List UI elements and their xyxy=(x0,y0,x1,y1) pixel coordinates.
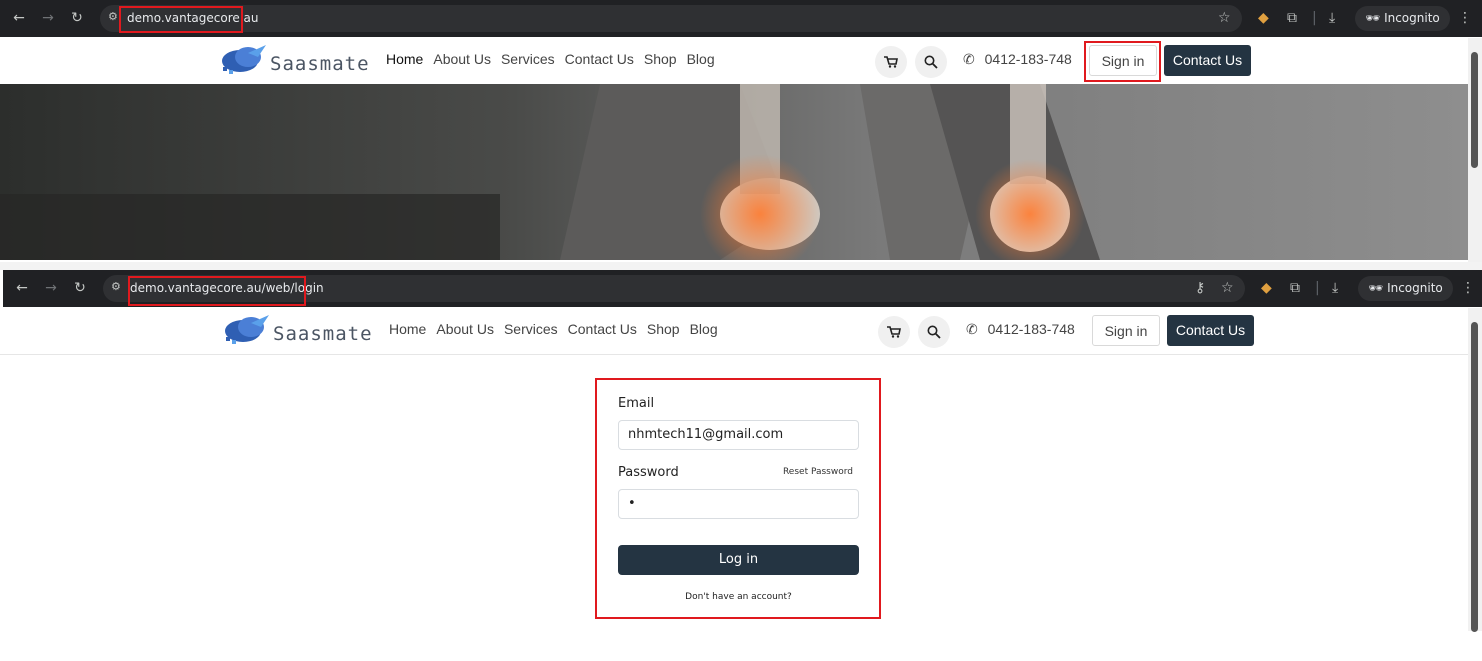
search-icon xyxy=(924,55,938,69)
password-input[interactable]: • xyxy=(618,489,859,519)
main-nav: Home About Us Services Contact Us Shop Blog xyxy=(386,51,725,67)
phone-number-2: 0412-183-748 xyxy=(987,321,1075,337)
site-settings-icon-2[interactable]: ⚙ xyxy=(111,280,121,293)
bottom-browser-window: ← → ↻ ⚙ demo.vantagecore.au/web/login ⚷ … xyxy=(0,270,1482,661)
logo-text: Saasmate xyxy=(270,53,370,75)
bottom-scroll-thumb[interactable] xyxy=(1471,322,1478,632)
extensions-puzzle-icon[interactable]: ⧉ xyxy=(1287,9,1297,27)
incognito-icon: 🕶 xyxy=(1365,11,1381,25)
forward-arrow-icon-2[interactable]: → xyxy=(42,279,60,297)
top-page-scrollbar[interactable] xyxy=(1468,38,1482,262)
nav-contact-us[interactable]: Contact Us xyxy=(565,51,634,67)
browser-menu-icon-2[interactable]: ⋮ xyxy=(1461,279,1475,297)
login-url-highlight-box xyxy=(128,276,306,306)
nav-blog[interactable]: Blog xyxy=(687,51,715,67)
cart-button-2[interactable] xyxy=(878,316,910,348)
main-nav-2: Home About Us Services Contact Us Shop Blog xyxy=(389,321,728,337)
download-icon[interactable]: ⤓ xyxy=(1329,9,1335,27)
nav-contact-us-2[interactable]: Contact Us xyxy=(568,321,637,337)
cart-icon-2 xyxy=(887,326,901,338)
contact-us-button[interactable]: Contact Us xyxy=(1164,45,1251,76)
nav-about-us-2[interactable]: About Us xyxy=(436,321,494,337)
reset-password-link[interactable]: Reset Password xyxy=(783,467,853,477)
password-key-icon[interactable]: ⚷ xyxy=(1195,279,1205,297)
phone-icon-2: ✆ xyxy=(966,321,978,337)
top-scroll-thumb[interactable] xyxy=(1471,52,1478,168)
password-label: Password xyxy=(618,465,679,480)
toolbar-divider-2: | xyxy=(1315,280,1320,296)
search-button[interactable] xyxy=(915,46,947,78)
cart-icon xyxy=(884,56,898,68)
incognito-badge[interactable]: 🕶 Incognito xyxy=(1355,6,1450,31)
incognito-badge-2[interactable]: 🕶 Incognito xyxy=(1358,276,1453,301)
sign-in-button-2[interactable]: Sign in xyxy=(1092,315,1160,346)
nav-home[interactable]: Home xyxy=(386,51,423,67)
reload-icon[interactable]: ↻ xyxy=(68,9,86,27)
back-arrow-icon[interactable]: ← xyxy=(10,9,28,27)
reload-icon-2[interactable]: ↻ xyxy=(71,279,89,297)
toolbar-divider: | xyxy=(1312,10,1317,26)
extension-icon[interactable]: ◆ xyxy=(1258,9,1269,27)
search-icon-2 xyxy=(927,325,941,339)
bookmark-star-icon-2[interactable]: ☆ xyxy=(1221,279,1234,297)
email-input[interactable]: nhmtech11@gmail.com xyxy=(618,420,859,450)
site-header-2: Saasmate Home About Us Services Contact Us S… xyxy=(0,308,1482,355)
signup-link[interactable]: Don't have an account? xyxy=(618,592,859,602)
site-header: Saasmate Home About Us Services Contact Us S… xyxy=(0,38,1482,85)
site-settings-icon[interactable]: ⚙ xyxy=(108,10,118,23)
nav-shop-2[interactable]: Shop xyxy=(647,321,680,337)
extension-icon-2[interactable]: ◆ xyxy=(1261,279,1272,297)
nav-about-us[interactable]: About Us xyxy=(433,51,491,67)
incognito-icon-2: 🕶 xyxy=(1368,281,1384,295)
phone-number: 0412-183-748 xyxy=(984,51,1072,67)
contact-us-button-2[interactable]: Contact Us xyxy=(1167,315,1254,346)
search-button-2[interactable] xyxy=(918,316,950,348)
bottom-page-scrollbar[interactable] xyxy=(1468,308,1482,632)
nav-home-2[interactable]: Home xyxy=(389,321,426,337)
login-form: Email nhmtech11@gmail.com Password Reset… xyxy=(618,378,859,619)
address-bar[interactable]: ⚙ demo.vantagecore.au ☆ xyxy=(100,5,1242,32)
log-in-button[interactable]: Log in xyxy=(618,545,859,575)
nav-services-2[interactable]: Services xyxy=(504,321,558,337)
logo-text-2: Saasmate xyxy=(273,323,373,345)
saasmate-logo-2[interactable]: Saasmate xyxy=(221,313,373,349)
incognito-label: Incognito xyxy=(1384,11,1440,25)
phone-icon: ✆ xyxy=(963,51,975,67)
nav-shop[interactable]: Shop xyxy=(644,51,677,67)
url-highlight-box xyxy=(119,6,243,33)
email-label: Email xyxy=(618,396,655,411)
browser-menu-icon[interactable]: ⋮ xyxy=(1458,9,1472,27)
nav-blog-2[interactable]: Blog xyxy=(690,321,718,337)
saasmate-logo[interactable]: Saasmate xyxy=(218,43,370,79)
extensions-puzzle-icon-2[interactable]: ⧉ xyxy=(1290,279,1300,297)
forward-arrow-icon[interactable]: → xyxy=(39,9,57,27)
nav-services[interactable]: Services xyxy=(501,51,555,67)
back-arrow-icon-2[interactable]: ← xyxy=(13,279,31,297)
incognito-label-2: Incognito xyxy=(1387,281,1443,295)
top-browser-window: ← → ↻ ⚙ demo.vantagecore.au ☆ ◆ ⧉ | ⤓ 🕶 … xyxy=(0,0,1482,262)
bookmark-star-icon[interactable]: ☆ xyxy=(1218,9,1231,27)
phone-link[interactable]: ✆ 0412-183-748 xyxy=(963,51,1072,68)
cart-button[interactable] xyxy=(875,46,907,78)
download-icon-2[interactable]: ⤓ xyxy=(1332,279,1338,297)
hero-banner-image xyxy=(0,84,1468,260)
sign-in-highlight-box xyxy=(1084,41,1161,82)
phone-link-2[interactable]: ✆ 0412-183-748 xyxy=(966,321,1075,338)
window-separator xyxy=(0,262,1482,270)
